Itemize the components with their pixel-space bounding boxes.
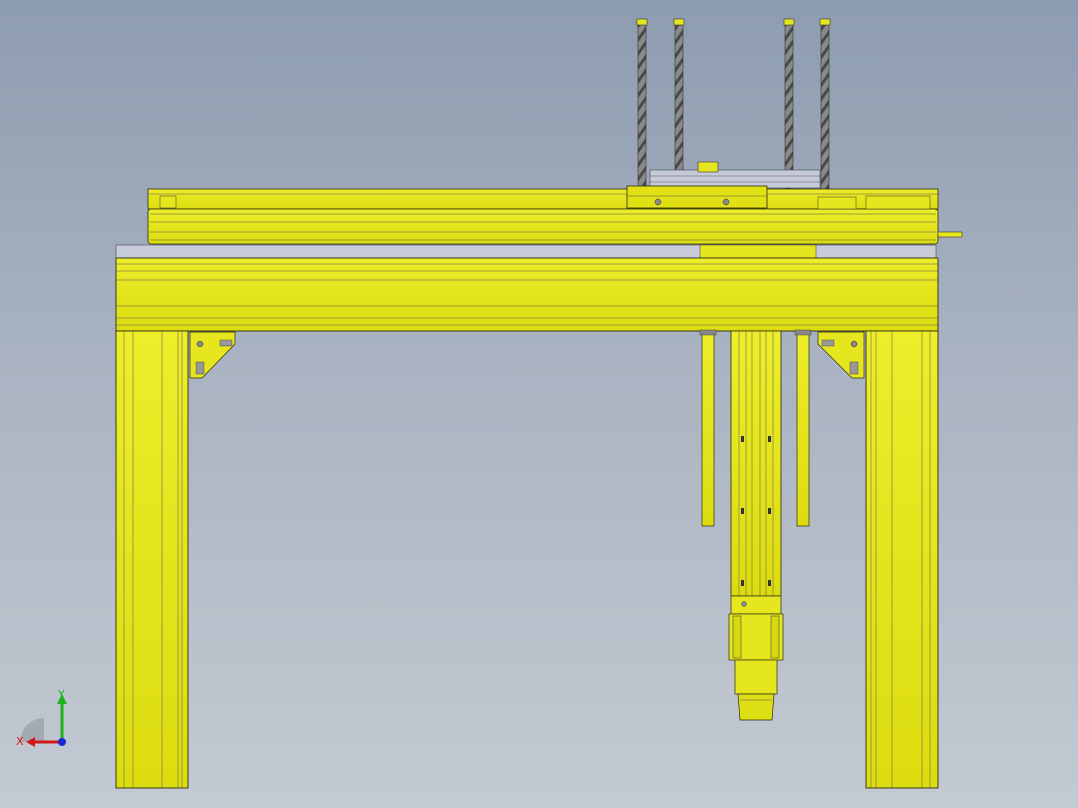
cross-beam[interactable]	[115, 257, 939, 332]
mounting-plate[interactable]	[115, 244, 937, 259]
x-carriage[interactable]	[626, 185, 768, 209]
z-carriage[interactable]	[728, 595, 784, 695]
x-axis-label: X	[16, 735, 24, 748]
graphics-viewport[interactable]: Y X	[0, 0, 1078, 808]
right-leg[interactable]	[865, 330, 939, 789]
right-corner-bracket[interactable]	[817, 331, 865, 379]
x-axis-linear-module[interactable]	[147, 188, 963, 245]
y-axis-label: Y	[57, 688, 65, 701]
coordinate-triad: Y X	[14, 686, 74, 750]
triad-plane-icon	[20, 718, 44, 742]
z-axis-column[interactable]	[730, 330, 782, 597]
tool-nozzle[interactable]	[737, 693, 775, 721]
threaded-rods[interactable]	[636, 18, 831, 191]
left-leg[interactable]	[115, 330, 189, 789]
gantry-model[interactable]	[0, 0, 1078, 808]
left-corner-bracket[interactable]	[189, 331, 236, 379]
z-axis-dot-icon	[58, 738, 66, 746]
